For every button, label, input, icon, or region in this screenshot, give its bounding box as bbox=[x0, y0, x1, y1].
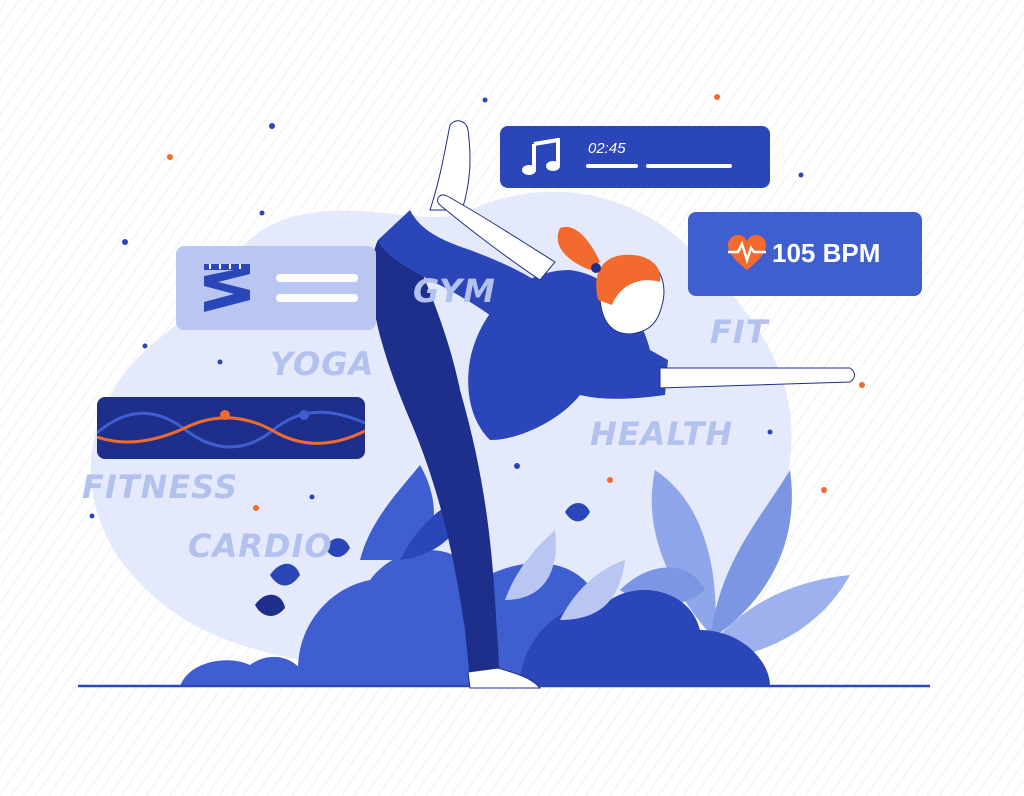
music-time: 02:45 bbox=[588, 140, 626, 157]
figure-arm bbox=[659, 367, 855, 389]
word-fit: FIT bbox=[710, 313, 769, 351]
music-player-card: 02:45 bbox=[500, 126, 770, 188]
measuring-tape-icon bbox=[204, 264, 250, 312]
activity-wave-card bbox=[97, 397, 365, 459]
word-gym: GYM bbox=[413, 272, 496, 310]
word-yoga: YOGA bbox=[270, 345, 375, 383]
word-health: HEALTH bbox=[590, 415, 734, 453]
music-note-icon bbox=[522, 138, 560, 175]
heart-rate-label: 105 BPM bbox=[772, 238, 881, 268]
word-cardio: CARDIO bbox=[188, 527, 333, 565]
measurement-card bbox=[176, 246, 376, 330]
music-progress-played bbox=[586, 164, 638, 168]
music-progress-remaining bbox=[646, 164, 732, 168]
heart-pulse-icon bbox=[728, 235, 766, 270]
measurement-line-2 bbox=[276, 294, 358, 302]
wave-graph-icon bbox=[97, 410, 365, 449]
word-fitness: FITNESS bbox=[82, 468, 239, 506]
figure-raised-foot bbox=[429, 120, 471, 211]
heart-rate-card: 105 BPM bbox=[688, 212, 922, 296]
measurement-line-1 bbox=[276, 274, 358, 282]
